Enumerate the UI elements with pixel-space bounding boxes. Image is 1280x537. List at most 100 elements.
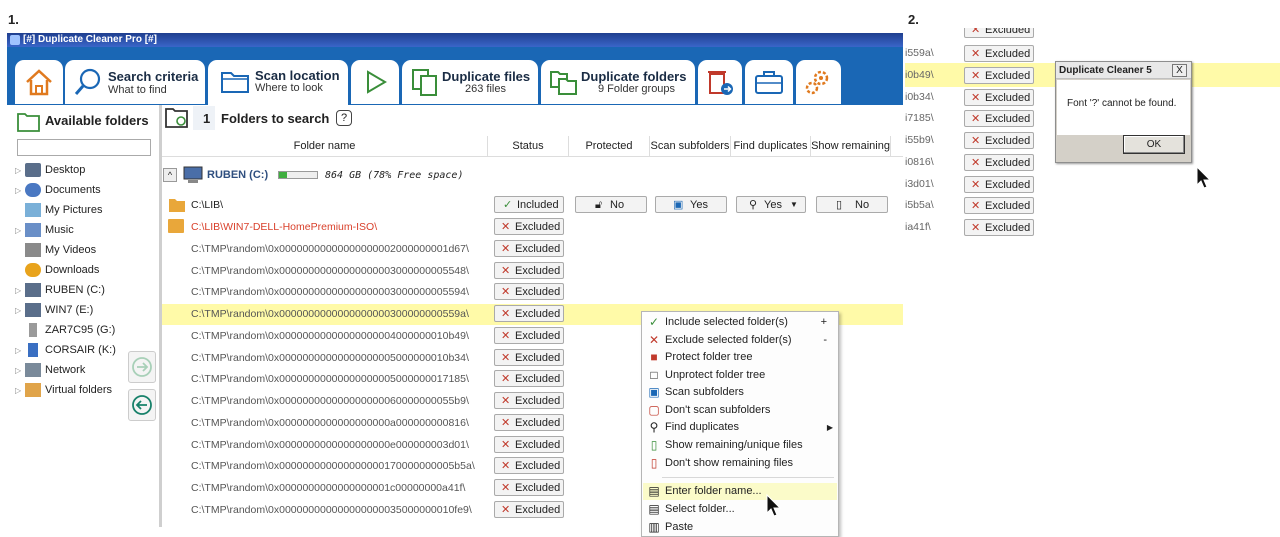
table-row[interactable]: i55b9\ Excluded (905, 131, 1073, 152)
status-excluded-button[interactable]: Excluded (964, 219, 1034, 236)
status-excluded-button[interactable]: Excluded (494, 327, 564, 344)
menu-item-paste[interactable]: ▥ Paste (643, 519, 837, 536)
file-removal-tab[interactable] (698, 60, 742, 104)
status-excluded-button[interactable]: Excluded (494, 479, 564, 496)
tree-item-win7-e[interactable]: ▷ WIN7 (E:) (15, 301, 93, 319)
tree-item-corsair-k[interactable]: ▷ CORSAIR (K:) (15, 341, 116, 359)
menu-item-include[interactable]: ✓ Include selected folder(s) + (643, 314, 837, 331)
dialog-close-button[interactable]: X (1172, 64, 1187, 77)
tree-item-network[interactable]: ▷ Network (15, 361, 85, 379)
menu-item-scan-subfolders[interactable]: ▣ Scan subfolders (643, 384, 837, 401)
folder-filter-input[interactable] (17, 139, 151, 156)
tree-item-ruben-c[interactable]: ▷ RUBEN (C:) (15, 281, 105, 299)
tab-duplicate-folders[interactable]: Duplicate folders 9 Folder groups (541, 60, 695, 104)
show-remaining-button[interactable]: ▯ No (816, 196, 888, 213)
folder-tree-icon: ▣ (673, 199, 684, 211)
status-excluded-button[interactable]: Excluded (964, 89, 1034, 106)
lock-icon: ■ (650, 350, 658, 364)
settings-tab[interactable] (796, 60, 841, 104)
available-folders-panel: Available folders ▷ Desktop ▷ Documents My… (7, 105, 159, 527)
col-protected[interactable]: Protected (569, 136, 650, 156)
status-excluded-button[interactable]: Excluded (494, 457, 564, 474)
protected-button[interactable]: 🔓︎ No (575, 196, 647, 213)
status-excluded-button[interactable]: Excluded (494, 218, 564, 235)
menu-item-dont-show-remaining[interactable]: ▯ Don't show remaining files (643, 455, 837, 472)
tab-subtitle: 9 Folder groups (598, 83, 676, 95)
help-button[interactable]: ? (336, 110, 352, 126)
tab-duplicate-files[interactable]: Duplicate files 263 files (402, 60, 538, 104)
status-excluded-button[interactable]: Excluded (964, 197, 1034, 214)
dialog-ok-button[interactable]: OK (1123, 135, 1185, 154)
table-row[interactable]: i5b5a\ Excluded (905, 196, 1073, 217)
table-row[interactable]: i559a\ Excluded (905, 44, 1073, 65)
status-excluded-button[interactable]: Excluded (494, 262, 564, 279)
status-excluded-button[interactable]: Excluded (964, 176, 1034, 193)
tree-item-pictures[interactable]: My Pictures (15, 201, 102, 219)
table-row[interactable]: i0816\ Excluded (905, 153, 1073, 174)
tree-item-desktop[interactable]: ▷ Desktop (15, 161, 85, 179)
table-row[interactable]: i3d01\ Excluded (905, 175, 1073, 196)
col-folder-name[interactable]: Folder name (162, 136, 488, 156)
table-row[interactable]: C:\TMP\random\0x000000000000000000030000… (162, 261, 903, 282)
status-excluded-button[interactable]: Excluded (494, 305, 564, 322)
table-row[interactable]: C:\LIB\WIN7-DELL-HomePremium-ISO\ Exclude… (162, 217, 903, 238)
tree-item-videos[interactable]: My Videos (15, 241, 96, 259)
home-tab[interactable] (15, 60, 63, 104)
folder-path: C:\TMP\random\0x000000000000000000170000… (191, 460, 475, 472)
tab-search-criteria[interactable]: Search criteria What to find (65, 60, 205, 104)
menu-item-enter-folder-name[interactable]: ▤ Enter folder name... (643, 483, 837, 500)
remove-folder-button[interactable] (128, 389, 156, 421)
collapse-button[interactable]: ^ (163, 168, 177, 182)
submenu-arrow-icon: ▶ (826, 423, 833, 432)
status-excluded-button[interactable]: Excluded (494, 501, 564, 518)
tools-tab[interactable] (745, 60, 793, 104)
mouse-cursor-icon (1196, 166, 1212, 189)
find-duplicates-dropdown[interactable]: ⚲ Yes ▼ (736, 196, 806, 213)
status-excluded-button[interactable]: Excluded (494, 436, 564, 453)
tree-item-music[interactable]: ▷ Music (15, 221, 74, 239)
status-excluded-button[interactable]: Excluded (964, 154, 1034, 171)
table-row[interactable]: i0b49\ Excluded (905, 66, 1073, 87)
menu-item-protect[interactable]: ■ Protect folder tree (643, 349, 837, 366)
menu-item-show-remaining[interactable]: ▯ Show remaining/unique files (643, 437, 837, 454)
menu-item-exclude[interactable]: ✕ Exclude selected folder(s) - (643, 332, 837, 349)
menu-item-select-folder[interactable]: ▤ Select folder... (643, 501, 837, 518)
scan-subfolders-button[interactable]: ▣ Yes (655, 196, 727, 213)
menu-item-unprotect[interactable]: □ Unprotect folder tree (643, 367, 837, 384)
tab-subtitle: 263 files (465, 83, 506, 95)
mouse-cursor-icon (766, 494, 782, 517)
table-row[interactable]: C:\TMP\random\0x000000000000000000030000… (162, 282, 903, 303)
status-excluded-button[interactable]: Excluded (964, 132, 1034, 149)
table-row[interactable]: C:\TMP\random\0x000000000000000000020000… (162, 239, 903, 260)
table-row[interactable]: ia41f\ Excluded (905, 218, 1073, 239)
col-show-remaining[interactable]: Show remaining (811, 136, 891, 156)
tree-item-downloads[interactable]: Downloads (15, 261, 99, 279)
status-excluded-button[interactable]: Excluded (964, 110, 1034, 127)
table-row[interactable]: i7185\ Excluded (905, 109, 1073, 130)
table-row[interactable]: i0b34\ Excluded (905, 88, 1073, 109)
menu-item-find-duplicates[interactable]: ⚲ Find duplicates ▶ (643, 419, 837, 436)
status-excluded-button[interactable]: Excluded (494, 240, 564, 257)
table-row[interactable]: C:\LIB\ ✓ Included 🔓︎ No ▣ Yes ⚲ Yes ▼ ▯ No (162, 195, 903, 216)
start-scan-tab[interactable] (351, 60, 399, 104)
status-excluded-button[interactable]: Excluded (494, 283, 564, 300)
status-excluded-button[interactable]: Excluded (494, 392, 564, 409)
col-scan-subfolders[interactable]: Scan subfolders (650, 136, 731, 156)
status-included-button[interactable]: ✓ Included (494, 196, 564, 213)
col-find-duplicates[interactable]: Find duplicates (731, 136, 811, 156)
tab-scan-location[interactable]: Scan location Where to look (208, 60, 348, 105)
add-folder-button[interactable] (128, 351, 156, 383)
tree-item-documents[interactable]: ▷ Documents (15, 181, 101, 199)
drive-name: RUBEN (C:) (207, 169, 269, 181)
status-excluded-button[interactable]: Excluded (964, 45, 1034, 62)
tree-item-zar7c95-g[interactable]: ZAR7C95 (G:) (15, 321, 115, 339)
menu-item-dont-scan-subfolders[interactable]: ▢ Don't scan subfolders (643, 402, 837, 419)
status-excluded-button[interactable]: Excluded (964, 67, 1034, 84)
col-status[interactable]: Status (488, 136, 569, 156)
status-excluded-button[interactable]: Excluded (494, 414, 564, 431)
status-excluded-button[interactable]: Excluded (494, 349, 564, 366)
dialog-title: Duplicate Cleaner 5 (1056, 62, 1191, 79)
tab-title: Duplicate folders (581, 69, 687, 84)
status-excluded-button[interactable]: Excluded (494, 370, 564, 387)
tree-item-virtual-folders[interactable]: ▷ Virtual folders (15, 381, 112, 399)
